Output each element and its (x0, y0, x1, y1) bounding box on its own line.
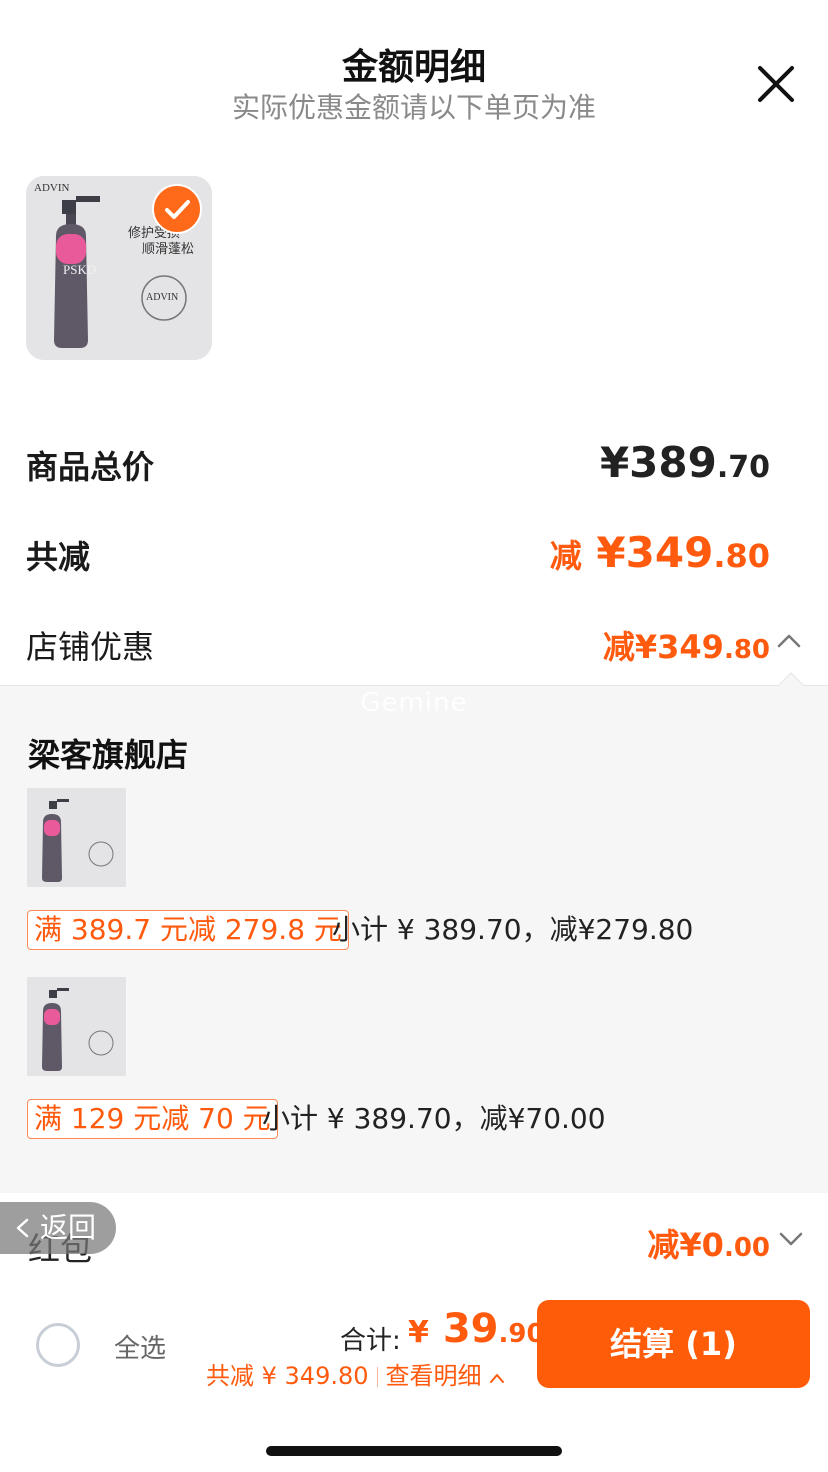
shop-discount-row[interactable]: 店铺优惠 减¥349.80 (26, 618, 802, 678)
sheet-header: 金额明细 实际优惠金额请以下单页为准 (0, 0, 828, 140)
sum-value: ¥ 39.90 (408, 1306, 545, 1352)
shop-name: 梁客旗舰店 (28, 736, 189, 774)
view-detail-link[interactable]: 查看明细 (386, 1362, 506, 1390)
total-reduce-int: ¥349 (596, 528, 714, 577)
chevron-up-small-icon (490, 1374, 505, 1383)
total-price-int: ¥389 (599, 438, 717, 487)
sum-int: 39 (442, 1306, 499, 1352)
shop-discount-label: 店铺优惠 (26, 628, 155, 666)
chevron-down-icon[interactable] (778, 1226, 804, 1252)
total-price-label: 商品总价 (26, 448, 155, 486)
total-reduce-label: 共减 (26, 538, 91, 576)
red-packet-int: ¥0 (679, 1226, 724, 1264)
promo-product-thumbnail-1[interactable] (27, 788, 126, 887)
total-reduce-prefix: 减 (549, 537, 582, 575)
promo-subtotal-2: 小计 ¥ 389.70，减¥70.00 (262, 1102, 606, 1135)
page-title: 金额明细 (341, 47, 486, 88)
watermark: Gemine (360, 688, 468, 718)
select-all-radio[interactable] (36, 1323, 80, 1367)
checkout-button[interactable]: 结算 (1) (537, 1300, 810, 1388)
page-subtitle: 实际优惠金额请以下单页为准 (231, 91, 596, 124)
total-price-dec: .70 (716, 450, 770, 485)
seal-text: ADVIN (146, 292, 179, 303)
total-price-row: 商品总价 ¥389.70 (26, 438, 770, 498)
footer-discount-text: 共减 ¥ 349.80 (206, 1362, 369, 1390)
total-reduce-row: 共减 减 ¥349.80 (26, 528, 770, 588)
total-reduce-dec: .80 (713, 537, 770, 575)
sum-symbol: ¥ (408, 1315, 429, 1350)
red-packet-dec: .00 (723, 1233, 770, 1263)
promo-tag-1: 满 389.7 元减 279.8 元 (27, 910, 349, 950)
red-packet-prefix: 减 (647, 1226, 680, 1264)
footer-divider (376, 1367, 378, 1387)
total-price-value: ¥389.70 (600, 438, 770, 487)
shop-discount-int: ¥349 (634, 628, 724, 666)
chevron-up-icon[interactable] (776, 628, 802, 654)
shop-discount-value: 减¥349.80 (603, 622, 770, 668)
close-icon[interactable] (756, 64, 796, 104)
view-detail-label: 查看明细 (385, 1362, 482, 1390)
sum-label: 合计: (340, 1326, 401, 1356)
promo-subtotal-1: 小计 ¥ 389.70，减¥279.80 (332, 913, 694, 946)
selected-check-icon[interactable] (152, 184, 202, 234)
shop-discount-prefix: 减 (602, 628, 635, 666)
red-packet-value: 减¥0.00 (647, 1220, 770, 1266)
select-all-label[interactable]: 全选 (114, 1328, 166, 1365)
chevron-left-icon (14, 1218, 32, 1238)
home-indicator (266, 1446, 562, 1456)
promo-product-thumbnail-2[interactable] (27, 977, 126, 1076)
shop-discount-dec: .80 (723, 635, 770, 665)
promo-tag-2: 满 129 元减 70 元 (27, 1099, 278, 1139)
back-button-label: 返回 (40, 1211, 97, 1244)
product-caption-2: 顺滑蓬松 (142, 242, 195, 257)
total-reduce-value: 减 ¥349.80 (550, 528, 770, 577)
footer-discount-line: 共减 ¥ 349.80 查看明细 (206, 1356, 505, 1391)
product-label: PSKD (63, 262, 97, 277)
brand-text: ADVIN (34, 182, 70, 194)
